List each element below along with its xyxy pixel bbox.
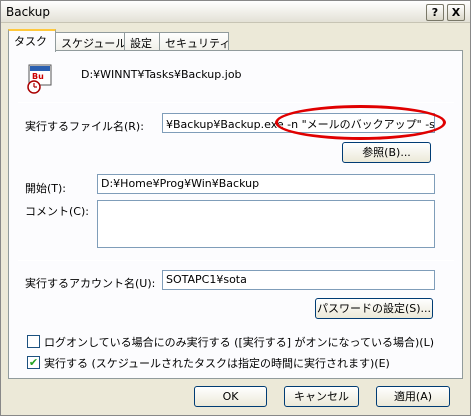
close-button[interactable]: X <box>447 4 465 21</box>
run-as-label: 実行するアカウント名(U): <box>25 277 156 290</box>
enabled-checkbox[interactable]: ✔ <box>27 356 40 369</box>
ok-button[interactable]: OK <box>194 386 267 407</box>
tab-task[interactable]: タスク <box>8 29 56 52</box>
tab-security[interactable]: セキュリティ <box>159 32 230 51</box>
set-password-button[interactable]: パスワードの設定(S)... <box>315 298 433 319</box>
run-as-input[interactable]: SOTAPC1¥sota <box>162 270 435 290</box>
start-in-label: 開始(T): <box>25 182 67 195</box>
start-in-input[interactable]: D:¥Home¥Prog¥Win¥Backup <box>97 174 435 194</box>
backup-properties-dialog: Backup ? X タスク スケジュール 設定 セキュリティ Bu D:¥WI… <box>0 0 471 416</box>
apply-button[interactable]: 適用(A) <box>376 386 450 407</box>
help-button[interactable]: ? <box>426 4 444 21</box>
job-path-text: D:¥WINNT¥Tasks¥Backup.job <box>81 68 242 81</box>
logon-only-checkbox[interactable] <box>27 335 40 348</box>
tab-schedule[interactable]: スケジュール <box>55 32 126 51</box>
cancel-button[interactable]: キャンセル <box>284 386 359 407</box>
run-command-input[interactable]: ¥Backup¥Backup.exe -n "メールのバックアップ" -s -c <box>162 113 435 133</box>
comment-label: コメント(C): <box>25 205 89 218</box>
svg-text:Bu: Bu <box>32 72 44 81</box>
window-title: Backup <box>6 5 50 19</box>
tab-settings[interactable]: 設定 <box>124 32 160 51</box>
comment-textarea[interactable] <box>97 200 435 248</box>
browse-button[interactable]: 参照(B)... <box>342 142 431 163</box>
title-bar: Backup ? X <box>1 1 470 23</box>
enabled-label: 実行する (スケジュールされたタスクは指定の時間に実行されます)(E) <box>44 357 390 370</box>
logon-only-label: ログオンしている場合にのみ実行する ([実行する] がオンになっている場合)(L… <box>44 336 434 349</box>
separator <box>18 260 454 261</box>
run-label: 実行するファイル名(R): <box>25 120 144 133</box>
separator <box>18 102 454 103</box>
scheduled-task-icon: Bu <box>27 64 52 94</box>
